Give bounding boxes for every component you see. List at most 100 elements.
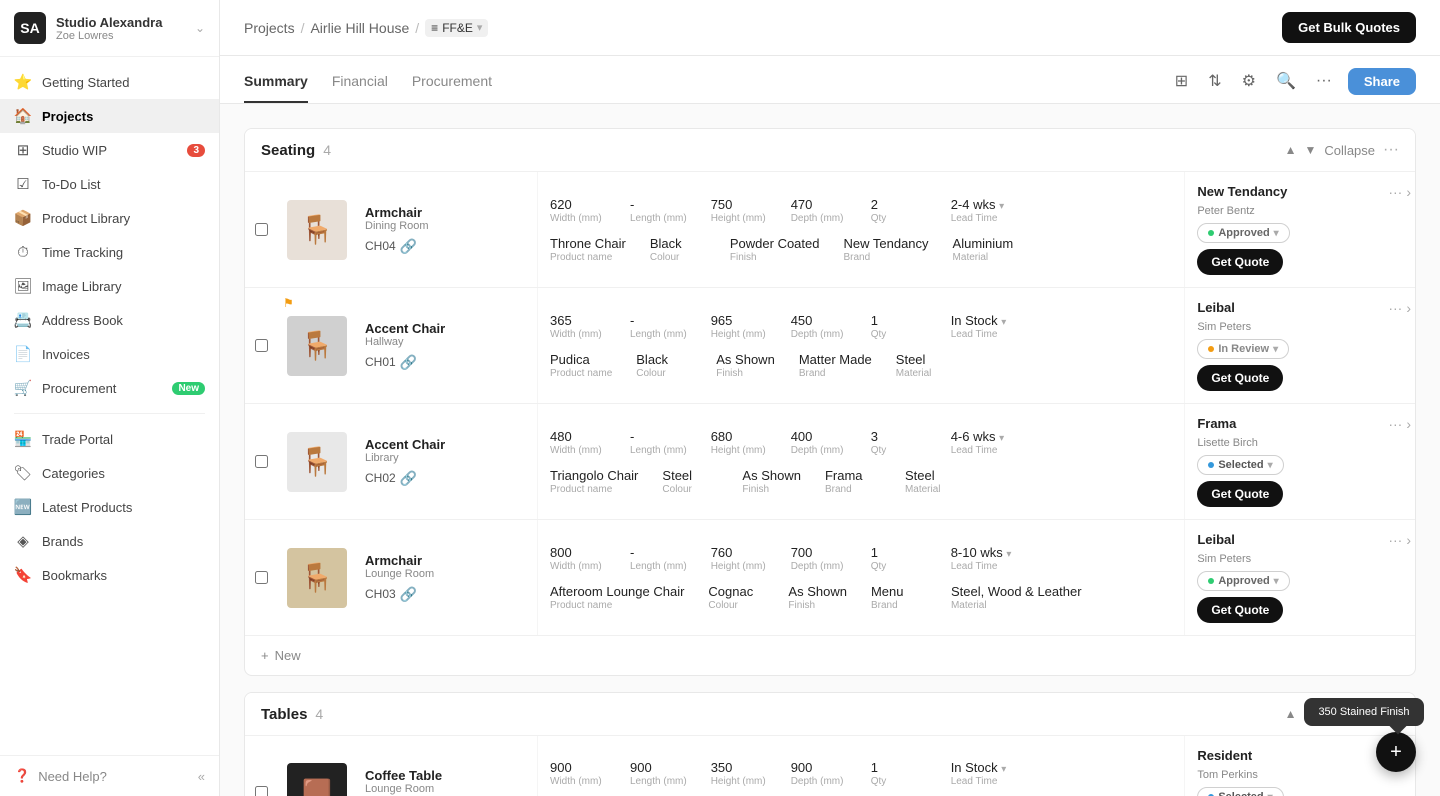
- sidebar-item-product-library[interactable]: 📦 Product Library: [0, 201, 219, 235]
- product-name: Accent Chair: [365, 437, 529, 452]
- product-code: CH01 🔗: [365, 354, 529, 371]
- get-quote-button[interactable]: Get Quote: [1197, 481, 1283, 507]
- status-badge[interactable]: Selected ▾: [1197, 455, 1283, 475]
- product-code: CH02 🔗: [365, 470, 529, 487]
- section-up-button[interactable]: ▲: [1285, 707, 1297, 721]
- tab-procurement[interactable]: Procurement: [412, 61, 492, 103]
- projects-icon: 🏠: [14, 107, 32, 125]
- tab-summary[interactable]: Summary: [244, 61, 308, 103]
- section-up-button[interactable]: ▲: [1285, 143, 1297, 157]
- sort-button[interactable]: ⇅: [1204, 67, 1225, 95]
- collapse-button[interactable]: Collapse: [1324, 143, 1375, 158]
- sidebar-item-bookmarks[interactable]: 🔖 Bookmarks: [0, 558, 219, 592]
- floating-add-button[interactable]: +: [1376, 732, 1416, 772]
- row-select[interactable]: [245, 404, 277, 519]
- breadcrumb-project[interactable]: Airlie Hill House: [310, 20, 409, 36]
- sidebar-item-latest-products[interactable]: 🆕 Latest Products: [0, 490, 219, 524]
- row-checkbox[interactable]: [255, 786, 268, 796]
- row-more-button[interactable]: ···: [1388, 416, 1402, 432]
- procurement-label: Procurement: [42, 381, 116, 396]
- row-more-button[interactable]: ···: [1388, 184, 1402, 200]
- breadcrumb-projects[interactable]: Projects: [244, 20, 295, 36]
- section-down-button[interactable]: ▼: [1305, 143, 1317, 157]
- row-checkbox[interactable]: [255, 223, 268, 236]
- nav-badge-procurement: New: [172, 382, 205, 395]
- share-button[interactable]: Share: [1348, 68, 1416, 95]
- sidebar-item-invoices[interactable]: 📄 Invoices: [0, 337, 219, 371]
- sidebar-item-brands[interactable]: ◈ Brands: [0, 524, 219, 558]
- lead-time-label: Lead Time: [951, 329, 1007, 340]
- product-link-icon[interactable]: 🔗: [400, 470, 417, 487]
- brand-label: Brand: [799, 368, 872, 379]
- help-label: Need Help?: [38, 769, 107, 784]
- row-select[interactable]: [245, 736, 277, 796]
- width-label: Width (mm): [550, 329, 606, 340]
- get-quote-button[interactable]: Get Quote: [1197, 597, 1283, 623]
- sidebar-item-categories[interactable]: 🏷 Categories: [0, 456, 219, 490]
- sidebar-item-time-tracking[interactable]: ⏱ Time Tracking: [0, 235, 219, 269]
- product-link-icon[interactable]: 🔗: [400, 354, 417, 371]
- get-quote-button[interactable]: Get Quote: [1197, 365, 1283, 391]
- product-link-icon[interactable]: 🔗: [400, 238, 417, 255]
- section-more-button[interactable]: ···: [1383, 141, 1399, 159]
- row-checkbox[interactable]: [255, 571, 268, 584]
- status-badge[interactable]: Selected ▾: [1197, 787, 1283, 796]
- row-flag: ⚑: [283, 296, 294, 310]
- row-expand-button[interactable]: ›: [1406, 300, 1411, 316]
- row-select[interactable]: [245, 520, 277, 635]
- width-label: Width (mm): [550, 213, 606, 224]
- row-select[interactable]: [245, 288, 277, 403]
- row-checkbox[interactable]: [255, 339, 268, 352]
- view-toggle-button[interactable]: ⊞: [1171, 67, 1192, 95]
- to-do-list-label: To-Do List: [42, 177, 101, 192]
- detail-row-spec: Offset Coffee Table Product name Black C…: [538, 793, 1184, 796]
- detail-product-name: Pudica Product name: [538, 352, 624, 379]
- detail-lead-time: 2-4 wks ▾ Lead Time: [939, 197, 1019, 224]
- bookmarks-icon: 🔖: [14, 566, 32, 584]
- sidebar-item-studio-wip[interactable]: ⊞ Studio WIP 3: [0, 133, 219, 167]
- width-label: Width (mm): [550, 445, 606, 456]
- table-row: 🪑 Armchair Dining Room CH04 🔗 620 Width …: [245, 172, 1415, 288]
- breadcrumb-sep-2: /: [415, 20, 419, 36]
- sidebar-collapse-icon[interactable]: «: [198, 769, 205, 784]
- row-more-button[interactable]: ···: [1388, 300, 1402, 316]
- sidebar-item-to-do-list[interactable]: ☑ To-Do List: [0, 167, 219, 201]
- bookmarks-label: Bookmarks: [42, 568, 107, 583]
- get-bulk-quotes-button[interactable]: Get Bulk Quotes: [1282, 12, 1416, 43]
- filter-button[interactable]: ⚙: [1238, 67, 1260, 95]
- add-new-button[interactable]: +New: [245, 636, 1415, 675]
- sidebar: SA Studio Alexandra Zoe Lowres ⌄ ⭐ Getti…: [0, 0, 220, 796]
- status-badge[interactable]: Approved ▾: [1197, 571, 1289, 591]
- sidebar-item-procurement[interactable]: 🛒 Procurement New: [0, 371, 219, 405]
- status-badge[interactable]: Approved ▾: [1197, 223, 1289, 243]
- row-expand-button[interactable]: ›: [1406, 416, 1411, 432]
- get-quote-button[interactable]: Get Quote: [1197, 249, 1283, 275]
- sidebar-footer[interactable]: ❓ Need Help? «: [0, 755, 219, 796]
- row-more-button[interactable]: ···: [1388, 532, 1402, 548]
- sidebar-item-address-book[interactable]: 📇 Address Book: [0, 303, 219, 337]
- detail-length: - Length (mm): [618, 429, 699, 456]
- section-dropdown-icon[interactable]: ▾: [477, 21, 483, 34]
- topbar-actions: Get Bulk Quotes: [1282, 12, 1416, 43]
- search-button[interactable]: 🔍: [1272, 67, 1300, 95]
- to-do-list-icon: ☑: [14, 175, 32, 193]
- sidebar-item-trade-portal[interactable]: 🏪 Trade Portal: [0, 422, 219, 456]
- row-checkbox[interactable]: [255, 455, 268, 468]
- row-select[interactable]: [245, 172, 277, 287]
- status-badge[interactable]: In Review ▾: [1197, 339, 1289, 359]
- sidebar-header[interactable]: SA Studio Alexandra Zoe Lowres ⌄: [0, 0, 219, 57]
- more-options-button[interactable]: ···: [1312, 68, 1336, 94]
- sidebar-item-projects[interactable]: 🏠 Projects: [0, 99, 219, 133]
- tab-financial[interactable]: Financial: [332, 61, 388, 103]
- product-link-icon[interactable]: 🔗: [400, 586, 417, 603]
- width-value: 365: [550, 313, 606, 328]
- detail-row-dimensions: 900 Width (mm) 900 Length (mm) 350 Heigh…: [538, 754, 1184, 793]
- row-expand-button[interactable]: ›: [1406, 184, 1411, 200]
- sidebar-item-getting-started[interactable]: ⭐ Getting Started: [0, 65, 219, 99]
- nav-badge-studio-wip: 3: [187, 144, 205, 157]
- status-dot: [1208, 462, 1214, 468]
- section-name: FF&E: [442, 21, 473, 35]
- row-expand-button[interactable]: ›: [1406, 532, 1411, 548]
- sidebar-item-image-library[interactable]: 🖼 Image Library: [0, 269, 219, 303]
- qty-value: 2: [871, 197, 927, 212]
